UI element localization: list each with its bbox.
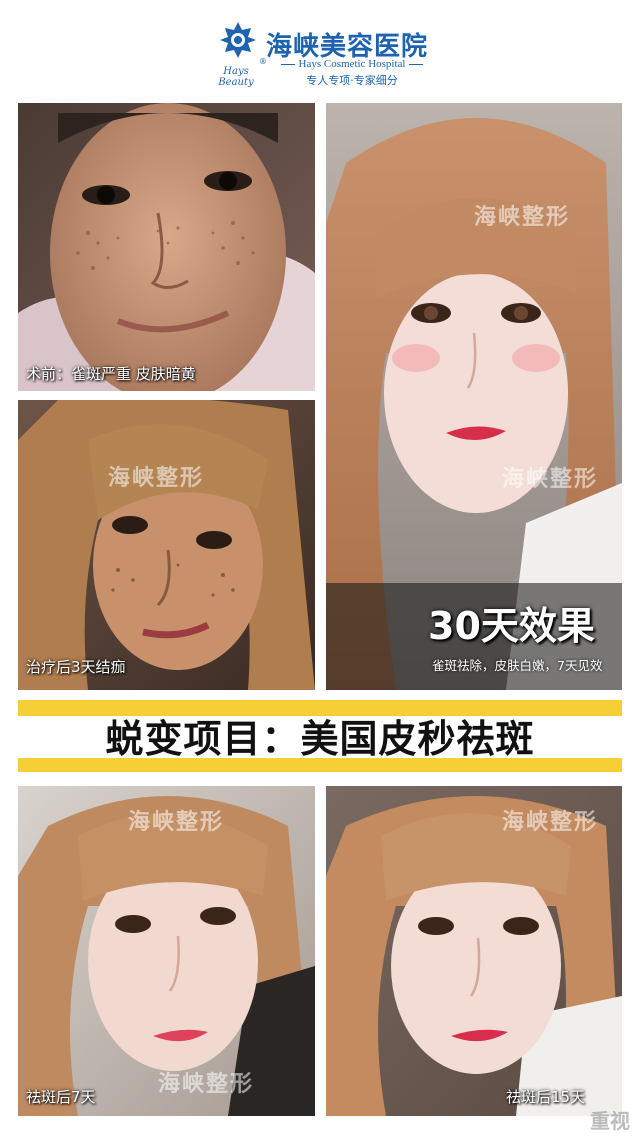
- face-photo-3-days: [18, 400, 315, 690]
- brand-tagline: 专人专项·专家细分: [306, 74, 398, 87]
- watermark: 海峡整形: [474, 205, 571, 230]
- photo-30-days: 海峡整形 海峡整形 30天效果 雀斑祛除，皮肤白嫩，7天见效: [326, 103, 622, 690]
- script-logo: Hays Beauty: [218, 66, 254, 88]
- caption-30-days: 30天效果: [428, 604, 595, 648]
- header: ® Hays Beauty 海峡美容医院 Hays Cosmetic Hospi…: [0, 0, 640, 100]
- corner-watermark: 重视: [590, 1109, 630, 1133]
- banner-text: 蜕变项目：美国皮秒祛斑: [105, 717, 535, 761]
- watermark: 海峡整形: [108, 466, 205, 491]
- face-photo-before: [18, 103, 315, 391]
- watermark: 海峡整形: [128, 810, 225, 835]
- logo-emblem-icon: [218, 20, 258, 60]
- project-banner: 蜕变项目：美国皮秒祛斑: [18, 700, 622, 772]
- caption-15-days: 祛斑后15天: [506, 1088, 586, 1106]
- watermark: 海峡整形: [502, 467, 599, 492]
- photo-before: 术前：雀斑严重 皮肤暗黄: [18, 103, 315, 391]
- watermark: 海峡整形: [158, 1072, 255, 1097]
- caption-before: 术前：雀斑严重 皮肤暗黄: [26, 365, 196, 383]
- photo-3-days: 海峡整形 治疗后3天结痂: [18, 400, 315, 690]
- photo-7-days: 海峡整形 海峡整形 祛斑后7天: [18, 786, 315, 1116]
- brand-name-en: Hays Cosmetic Hospital: [268, 58, 436, 70]
- watermark: 海峡整形: [502, 810, 599, 835]
- photo-15-days: 海峡整形 祛斑后15天: [326, 786, 622, 1116]
- caption-3-days: 治疗后3天结痂: [26, 658, 126, 676]
- caption-7-days: 祛斑后7天: [26, 1088, 96, 1106]
- subcaption-30-days: 雀斑祛除，皮肤白嫩，7天见效: [432, 658, 603, 673]
